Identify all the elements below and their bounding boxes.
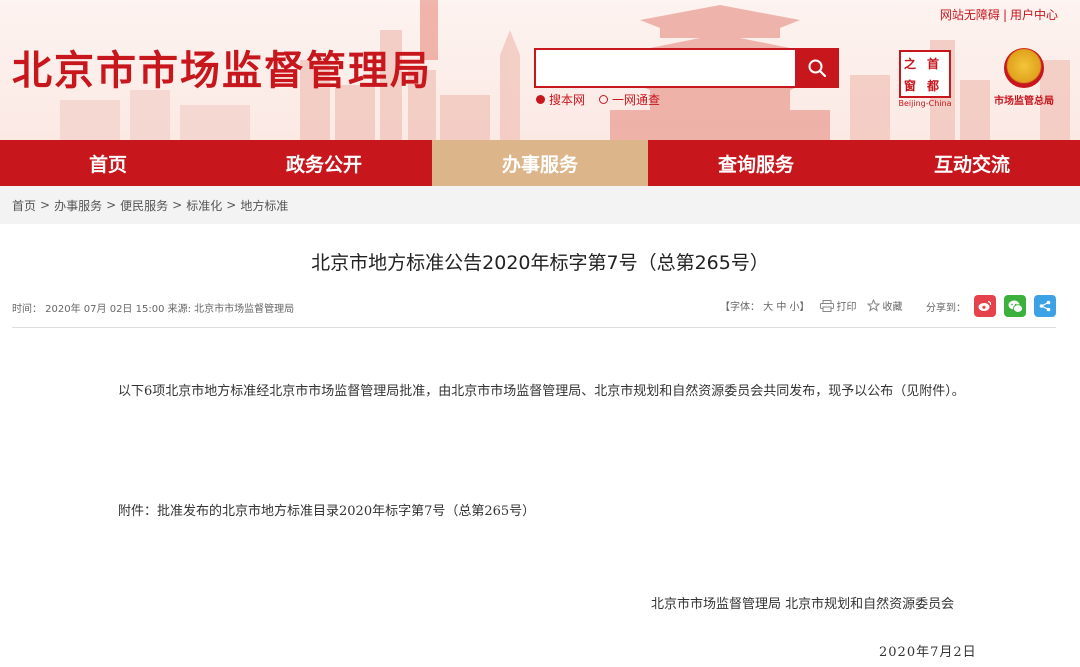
share-icon bbox=[1039, 300, 1051, 312]
star-icon bbox=[866, 299, 880, 312]
breadcrumb-item[interactable]: 便民服务 bbox=[120, 197, 168, 214]
search-input[interactable] bbox=[536, 50, 796, 86]
issue-date: 2020年7月2日 bbox=[879, 645, 977, 660]
weibo-icon bbox=[978, 300, 992, 311]
breadcrumb-separator: > bbox=[226, 198, 237, 212]
user-center-link[interactable]: 用户中心 bbox=[1010, 8, 1058, 22]
article-title: 北京市地方标准公告2020年标字第7号（总第265号） bbox=[311, 252, 769, 274]
font-size-selector[interactable]: 【字体： 大 中 小】 bbox=[720, 298, 810, 313]
samr-logo[interactable]: 市场监管总局 bbox=[988, 48, 1060, 107]
radio-selected-icon bbox=[536, 95, 545, 104]
logo-char: 首 bbox=[927, 57, 940, 71]
breadcrumb-separator: > bbox=[40, 198, 51, 212]
search-scope-site[interactable]: 搜本网 bbox=[536, 91, 585, 108]
breadcrumb: 首页 > 办事服务 > 便民服务 > 标准化 > 地方标准 bbox=[0, 186, 1080, 224]
search-box bbox=[534, 48, 839, 88]
print-button[interactable]: 打印 bbox=[819, 298, 857, 313]
share-bar: 分享到： bbox=[926, 295, 1056, 317]
breadcrumb-separator: > bbox=[106, 198, 117, 212]
nav-item-query-services[interactable]: 查询服务 bbox=[648, 140, 864, 186]
capital-window-caption: Beijing-China bbox=[898, 99, 952, 108]
logo-char: 之 bbox=[904, 57, 917, 71]
top-links-separator: | bbox=[1002, 8, 1007, 22]
logo-char: 都 bbox=[927, 79, 940, 93]
wechat-share-button[interactable] bbox=[1004, 295, 1026, 317]
accessibility-link[interactable]: 网站无障碍 bbox=[940, 8, 1000, 22]
site-header: 北京市市场监督管理局 网站无障碍 | 用户中心 搜本网 一网通查 之 首 窗 都 B… bbox=[0, 0, 1080, 140]
publish-info: 时间： 2020年 07月 02日 15:00 来源: 北京市市场监督管理局 bbox=[12, 304, 295, 315]
search-scope-all-label: 一网通查 bbox=[612, 93, 661, 107]
nav-item-services[interactable]: 办事服务 bbox=[432, 140, 648, 186]
search-icon bbox=[808, 59, 827, 78]
breadcrumb-item[interactable]: 办事服务 bbox=[54, 197, 102, 214]
favorite-label: 收藏 bbox=[882, 302, 903, 313]
breadcrumb-separator: > bbox=[172, 198, 183, 212]
top-links: 网站无障碍 | 用户中心 bbox=[940, 6, 1058, 23]
nav-item-home[interactable]: 首页 bbox=[0, 140, 216, 186]
logo-char: 窗 bbox=[904, 79, 917, 93]
article-tools: 【字体： 大 中 小】 打印 收藏 bbox=[720, 298, 913, 313]
search-scope-all[interactable]: 一网通查 bbox=[599, 91, 660, 108]
radio-unselected-icon bbox=[599, 95, 609, 104]
printer-icon bbox=[819, 299, 834, 312]
samr-logo-caption: 市场监管总局 bbox=[994, 96, 1054, 107]
breadcrumb-item[interactable]: 标准化 bbox=[186, 197, 222, 214]
print-label: 打印 bbox=[836, 302, 857, 313]
article-meta: 时间： 2020年 07月 02日 15:00 来源: 北京市市场监督管理局 【… bbox=[12, 295, 1056, 318]
main-nav: 首页 政务公开 办事服务 查询服务 互动交流 bbox=[0, 140, 1080, 186]
search-scope-options: 搜本网 一网通查 bbox=[536, 91, 674, 108]
breadcrumb-item[interactable]: 首页 bbox=[12, 197, 36, 214]
search-scope-site-label: 搜本网 bbox=[549, 93, 586, 107]
nav-item-interaction[interactable]: 互动交流 bbox=[864, 140, 1080, 186]
wechat-icon bbox=[1008, 300, 1023, 313]
nav-item-government-affairs[interactable]: 政务公开 bbox=[216, 140, 432, 186]
capital-window-logo[interactable]: 之 首 窗 都 Beijing-China bbox=[895, 50, 955, 110]
share-label: 分享到： bbox=[926, 302, 966, 314]
capital-window-logo-box: 之 首 窗 都 bbox=[899, 50, 951, 98]
article-body: 以下6项北京市地方标准经北京市市场监督管理局批准，由北京市市场监督管理局、北京市… bbox=[118, 384, 965, 399]
breadcrumb-item[interactable]: 地方标准 bbox=[240, 197, 288, 214]
weibo-share-button[interactable] bbox=[974, 295, 996, 317]
site-title[interactable]: 北京市市场监督管理局 bbox=[12, 38, 432, 96]
national-emblem-icon bbox=[1004, 48, 1044, 88]
attachment-link[interactable]: 附件：批准发布的北京市地方标准目录2020年标字第7号（总第265号） bbox=[118, 500, 535, 519]
meta-divider bbox=[12, 327, 1056, 328]
search-button[interactable] bbox=[795, 48, 839, 88]
favorite-button[interactable]: 收藏 bbox=[866, 298, 903, 313]
issuer-signature: 北京市市场监督管理局 北京市规划和自然资源委员会 bbox=[651, 597, 955, 612]
general-share-button[interactable] bbox=[1034, 295, 1056, 317]
